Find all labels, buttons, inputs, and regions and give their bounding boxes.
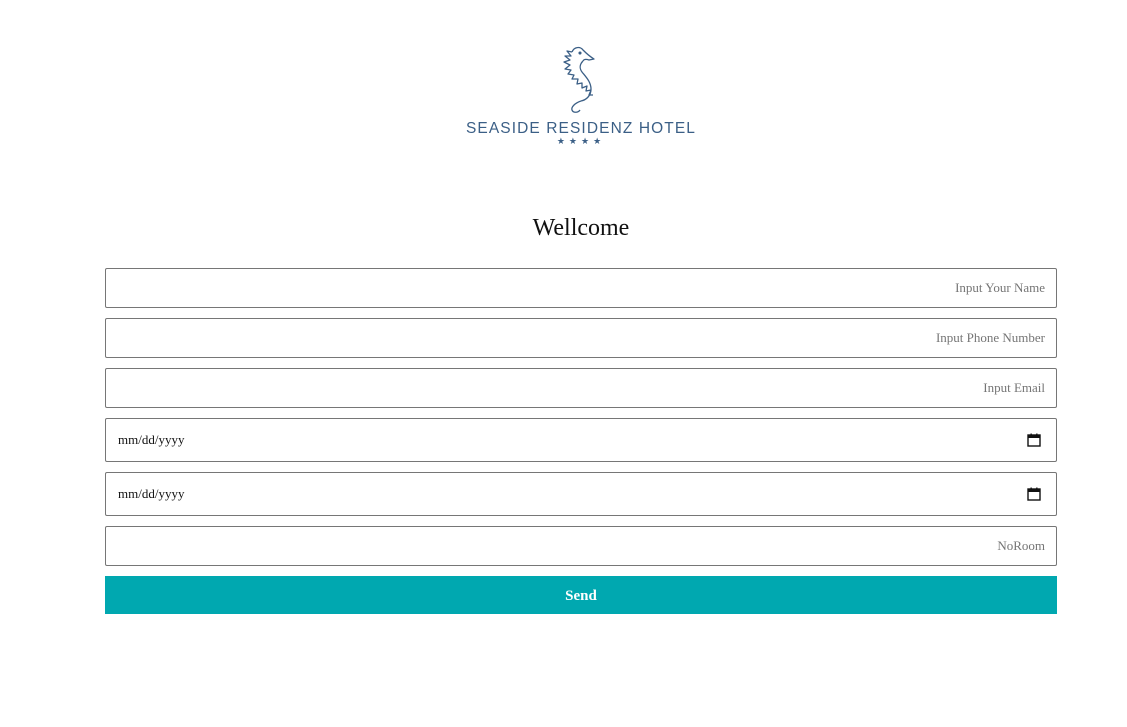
- name-input[interactable]: Input Your Name: [105, 268, 1057, 308]
- email-input[interactable]: Input Email: [105, 368, 1057, 408]
- calendar-icon[interactable]: [1027, 433, 1041, 447]
- checkout-date-value: mm/dd/yyyy: [118, 486, 185, 501]
- name-placeholder: Input Your Name: [955, 280, 1045, 295]
- calendar-icon[interactable]: [1027, 487, 1041, 501]
- page-title: Wellcome: [532, 215, 630, 241]
- checkin-date-value: mm/dd/yyyy: [118, 432, 185, 447]
- phone-placeholder: Input Phone Number: [935, 330, 1045, 345]
- send-button[interactable]: Send: [105, 576, 1057, 614]
- email-placeholder: Input Email: [983, 380, 1045, 395]
- rating-stars: ★★★★: [556, 137, 606, 147]
- checkout-date-input[interactable]: mm/dd/yyyy: [105, 472, 1057, 516]
- phone-input[interactable]: Input Phone Number: [105, 318, 1057, 358]
- checkin-date-input[interactable]: mm/dd/yyyy: [105, 418, 1057, 462]
- hotel-name: SEASIDE RESIDENZ HOTEL: [465, 120, 697, 137]
- room-placeholder: NoRoom: [997, 538, 1045, 553]
- hotel-logo: SEASIDE RESIDENZ HOTEL ★★★★: [450, 44, 712, 152]
- seahorse-icon: [563, 46, 595, 113]
- room-number-input[interactable]: NoRoom: [105, 526, 1057, 566]
